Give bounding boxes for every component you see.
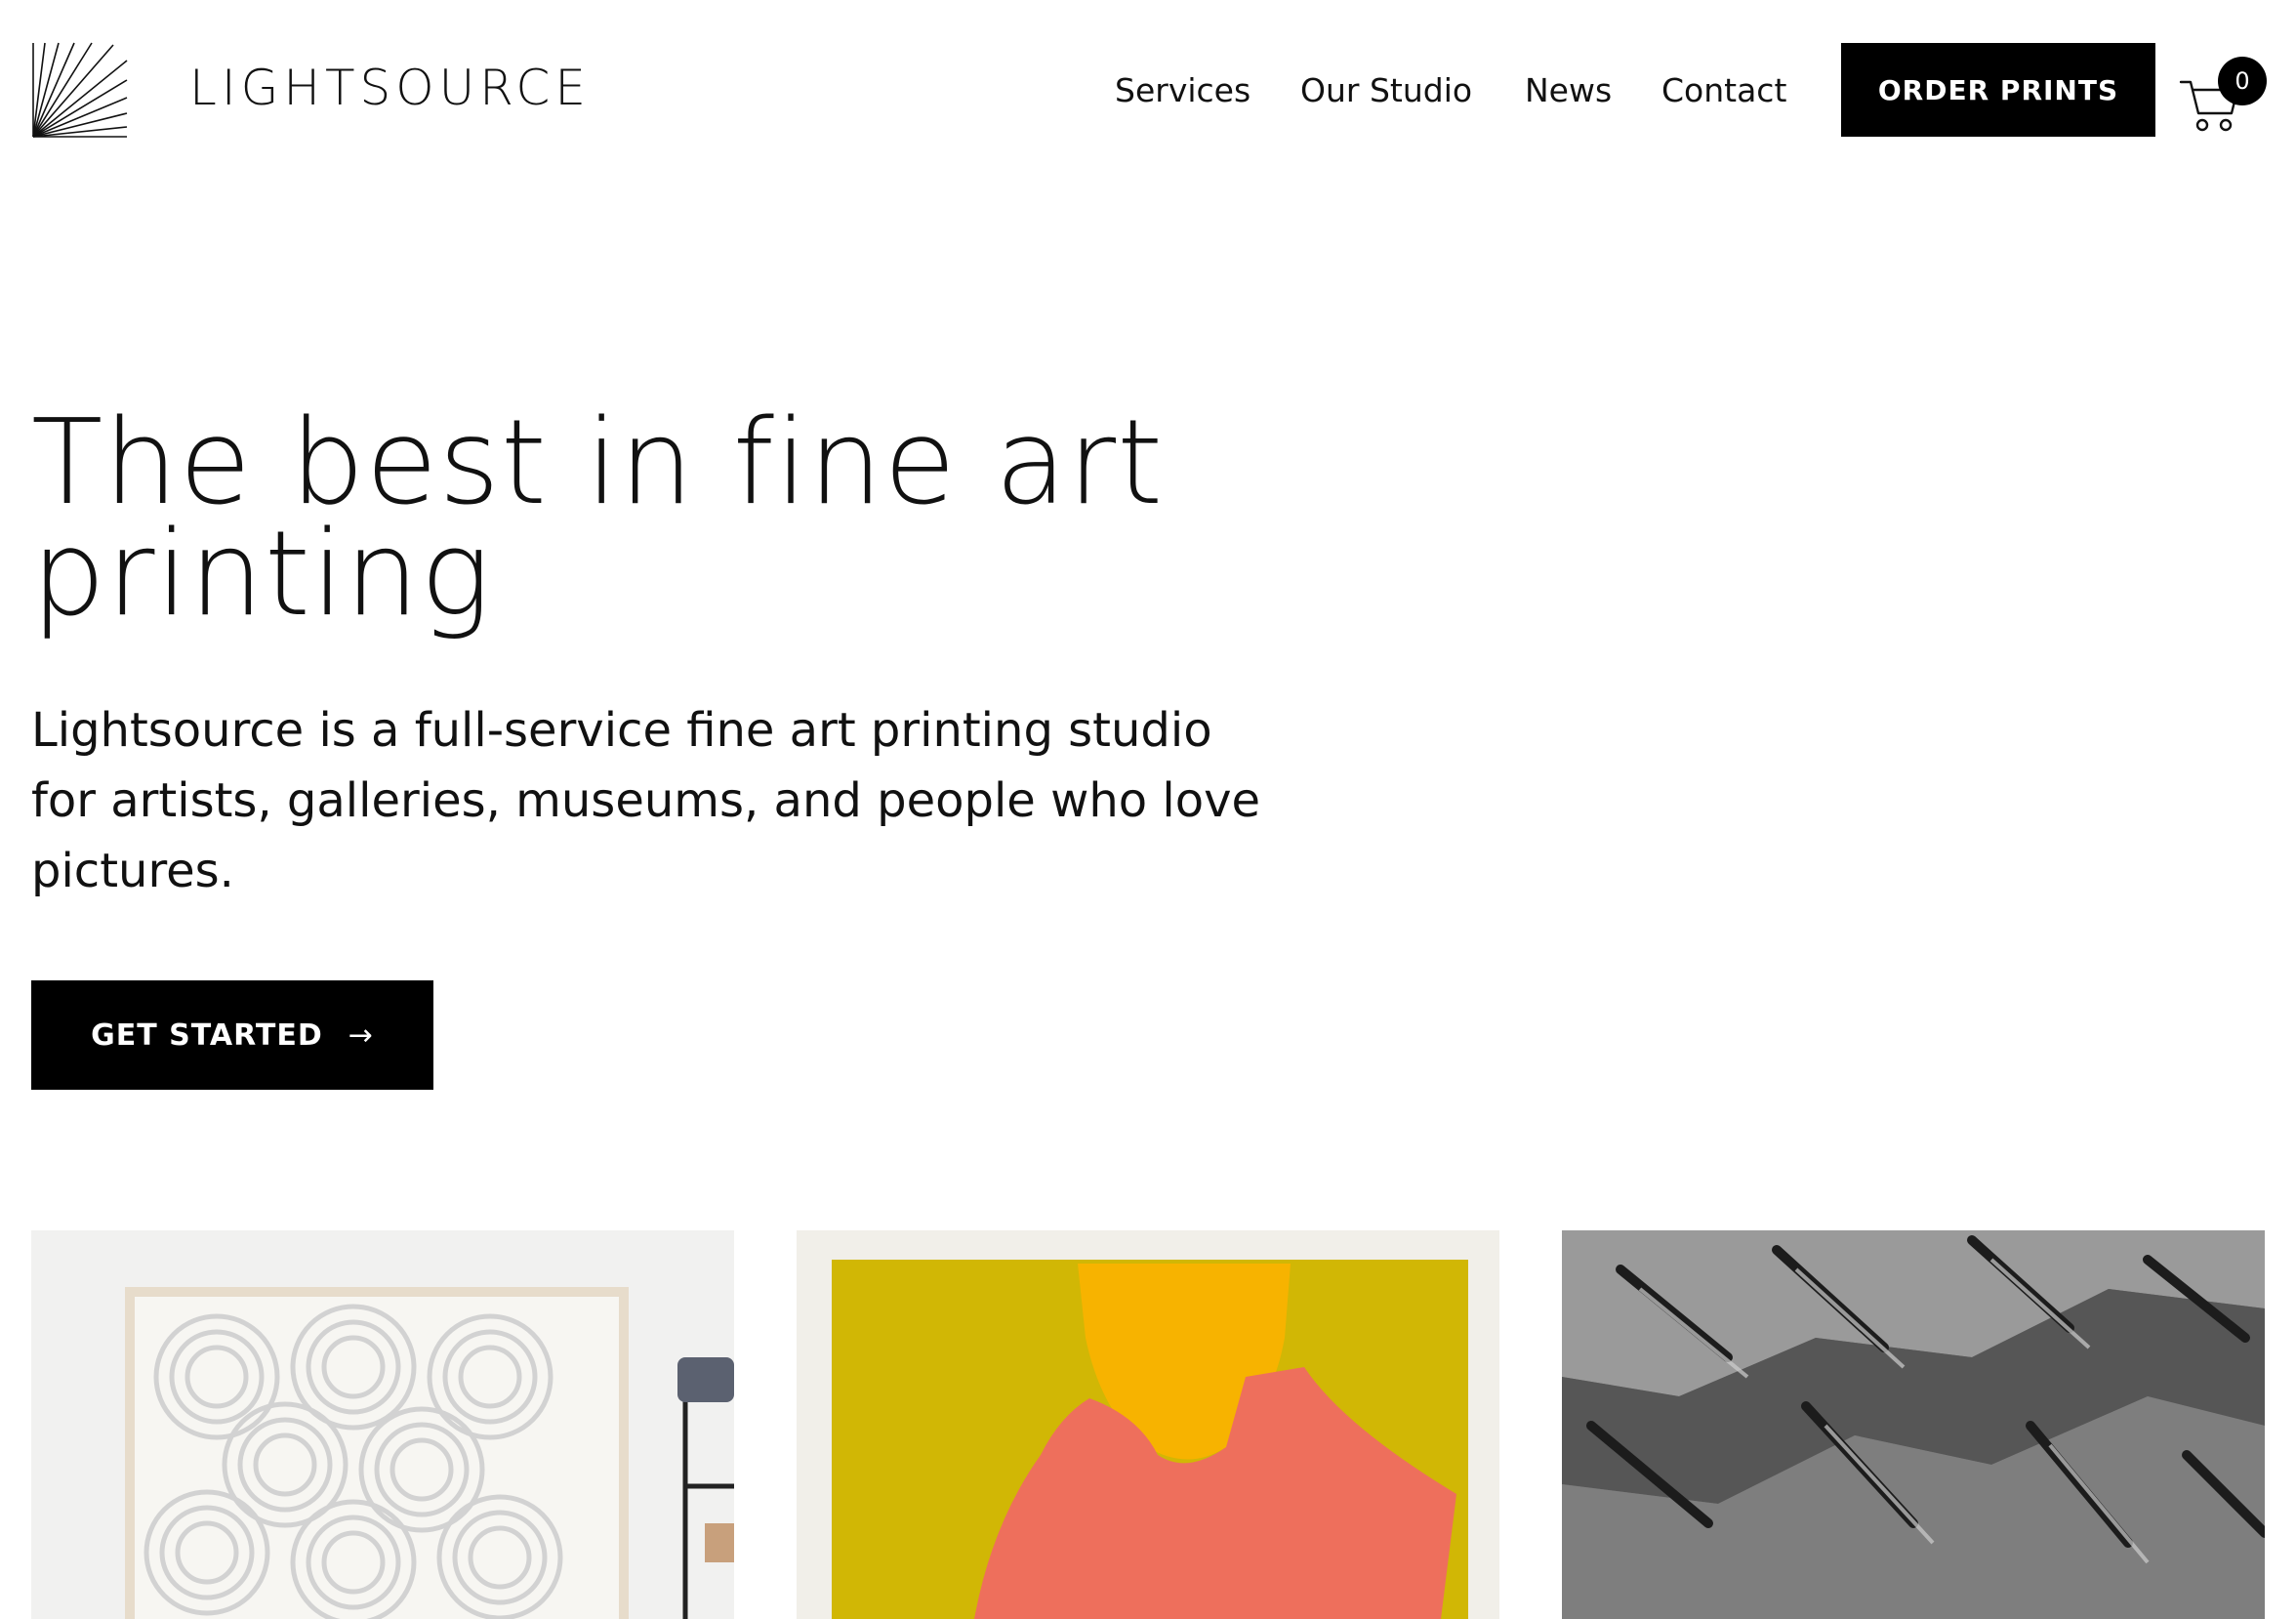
get-started-button[interactable]: GET STARTED → <box>31 980 433 1090</box>
mountain-photo-image <box>1562 1230 2265 1619</box>
sunburst-logo-icon[interactable] <box>31 41 129 139</box>
gallery-tile-swirl-print[interactable] <box>31 1230 734 1619</box>
hero-title-line-2: printing <box>31 507 492 643</box>
abstract-print-image <box>797 1230 1499 1619</box>
hero-title: The best in fine art printing <box>31 405 1203 634</box>
hero-description-line-1: Lightsource is a full-service fine art p… <box>31 703 1212 758</box>
brand-wordmark[interactable]: LIGHTSOURCE <box>189 59 591 117</box>
nav-item-our-studio[interactable]: Our Studio <box>1300 66 1472 115</box>
nav-item-services[interactable]: Services <box>1115 66 1250 115</box>
gallery-tile-abstract-print[interactable] <box>797 1230 1499 1619</box>
hero-description: Lightsource is a full-service fine art p… <box>31 695 1320 906</box>
nav-item-news[interactable]: News <box>1525 66 1612 115</box>
swirl-print-image <box>31 1230 734 1619</box>
cart-count-badge[interactable]: 0 <box>2218 57 2267 105</box>
nav-item-contact[interactable]: Contact <box>1661 66 1786 115</box>
page: LIGHTSOURCE Services Our Studio News Con… <box>0 0 2296 1619</box>
hero-description-line-3: pictures. <box>31 844 234 898</box>
arrow-right-icon: → <box>348 1017 374 1053</box>
order-prints-button[interactable]: ORDER PRINTS <box>1841 43 2155 137</box>
gallery-tile-mountain-photo[interactable] <box>1562 1230 2265 1619</box>
get-started-label: GET STARTED <box>91 1017 323 1053</box>
hero-description-line-2: for artists, galleries, museums, and peo… <box>31 773 1261 828</box>
